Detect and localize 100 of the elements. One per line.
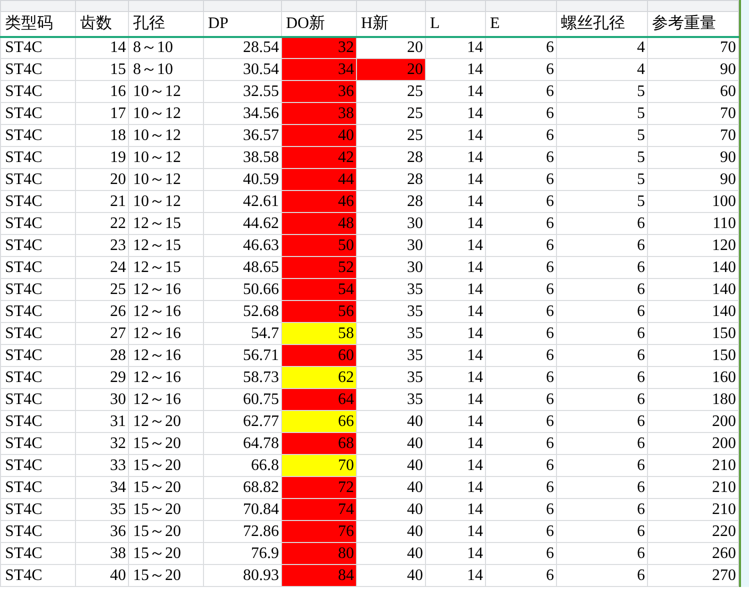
table-cell: 150 (648, 344, 738, 366)
table-cell: 5 (556, 80, 648, 102)
table-cell: 74 (282, 498, 356, 520)
table-cell: 12～20 (128, 410, 204, 432)
table-cell: ST4C (0, 564, 76, 586)
table-cell: ST4C (0, 212, 76, 234)
table-cell: 14 (426, 322, 486, 344)
column-header: H新 (356, 12, 426, 36)
table-cell: 10～12 (128, 146, 204, 168)
table-cell: 25 (76, 278, 128, 300)
table-cell: 14 (426, 80, 486, 102)
table-cell: 15～20 (128, 454, 204, 476)
table-cell: 12～16 (128, 322, 204, 344)
table-cell: 46.63 (204, 234, 282, 256)
table-cell: 6 (556, 564, 648, 586)
table-cell: ST4C (0, 432, 76, 454)
table-cell: 54.7 (204, 322, 282, 344)
table-cell: 20 (76, 168, 128, 190)
table-cell: 30 (356, 234, 426, 256)
column-header: E (486, 12, 556, 36)
table-cell: ST4C (0, 256, 76, 278)
table-cell: 28 (356, 168, 426, 190)
table-cell: 70 (282, 454, 356, 476)
table-cell: 14 (76, 36, 128, 58)
table-cell: ST4C (0, 278, 76, 300)
table-cell: 6 (486, 278, 556, 300)
table-cell: 210 (648, 454, 738, 476)
table-cell: 35 (356, 388, 426, 410)
table-cell: 10～12 (128, 190, 204, 212)
table-cell: 68.82 (204, 476, 282, 498)
table-cell: ST4C (0, 410, 76, 432)
table-cell: 64 (282, 388, 356, 410)
table-cell: 56.71 (204, 344, 282, 366)
table-cell: 12～15 (128, 234, 204, 256)
table-cell: 66.8 (204, 454, 282, 476)
table-cell: 6 (486, 36, 556, 58)
table-cell: 40 (356, 410, 426, 432)
table-cell: 36.57 (204, 124, 282, 146)
table-cell: 19 (76, 146, 128, 168)
table-cell: 14 (426, 36, 486, 58)
table-cell: 6 (486, 234, 556, 256)
table-cell: 70.84 (204, 498, 282, 520)
table-cell: ST4C (0, 344, 76, 366)
table-cell: 60 (282, 344, 356, 366)
table-cell: 44.62 (204, 212, 282, 234)
table-cell: 6 (486, 520, 556, 542)
table-cell: 29 (76, 366, 128, 388)
table-cell: 80 (282, 542, 356, 564)
table-cell: 46 (282, 190, 356, 212)
table-cell: 8～10 (128, 36, 204, 58)
table-cell: ST4C (0, 124, 76, 146)
table-cell: 6 (486, 256, 556, 278)
table-cell: 12～15 (128, 212, 204, 234)
table-cell: 6 (486, 344, 556, 366)
table-cell: ST4C (0, 322, 76, 344)
table-cell: 34 (76, 476, 128, 498)
table-cell: 62.77 (204, 410, 282, 432)
table-cell: 60.75 (204, 388, 282, 410)
table-cell: 14 (426, 388, 486, 410)
table-cell: 14 (426, 366, 486, 388)
table-cell: 40 (76, 564, 128, 586)
table-cell: 35 (356, 322, 426, 344)
table-cell: 38.58 (204, 146, 282, 168)
table-cell: 34 (282, 58, 356, 80)
table-cell: 110 (648, 212, 738, 234)
table-cell: 210 (648, 498, 738, 520)
table-cell: 6 (556, 300, 648, 322)
table-cell: 14 (426, 542, 486, 564)
table-cell: 70 (648, 102, 738, 124)
table-cell: 15～20 (128, 564, 204, 586)
table-cell: 48.65 (204, 256, 282, 278)
table-cell: 25 (356, 102, 426, 124)
table-cell: 32.55 (204, 80, 282, 102)
table-cell: 14 (426, 212, 486, 234)
table-cell: 14 (426, 520, 486, 542)
table-cell: 36 (282, 80, 356, 102)
table-cell: 14 (426, 454, 486, 476)
table-cell: 6 (486, 102, 556, 124)
table-cell: 90 (648, 146, 738, 168)
table-cell: 28 (76, 344, 128, 366)
table-cell: ST4C (0, 520, 76, 542)
table-cell: 200 (648, 432, 738, 454)
column-header: 类型码 (0, 12, 76, 36)
column-header: 螺丝孔径 (556, 12, 648, 36)
table-cell: 80.93 (204, 564, 282, 586)
table-cell: 12～16 (128, 278, 204, 300)
table-cell: 10～12 (128, 124, 204, 146)
table-cell: 30 (356, 212, 426, 234)
table-cell: 10～12 (128, 102, 204, 124)
table-cell: ST4C (0, 300, 76, 322)
table-cell: 260 (648, 542, 738, 564)
table-cell: 200 (648, 410, 738, 432)
table-cell: 25 (356, 80, 426, 102)
table-cell: ST4C (0, 58, 76, 80)
table-cell: 180 (648, 388, 738, 410)
table-cell: 14 (426, 278, 486, 300)
table-cell: 14 (426, 498, 486, 520)
table-cell: 6 (486, 146, 556, 168)
table-cell: 31 (76, 410, 128, 432)
table-cell: ST4C (0, 234, 76, 256)
